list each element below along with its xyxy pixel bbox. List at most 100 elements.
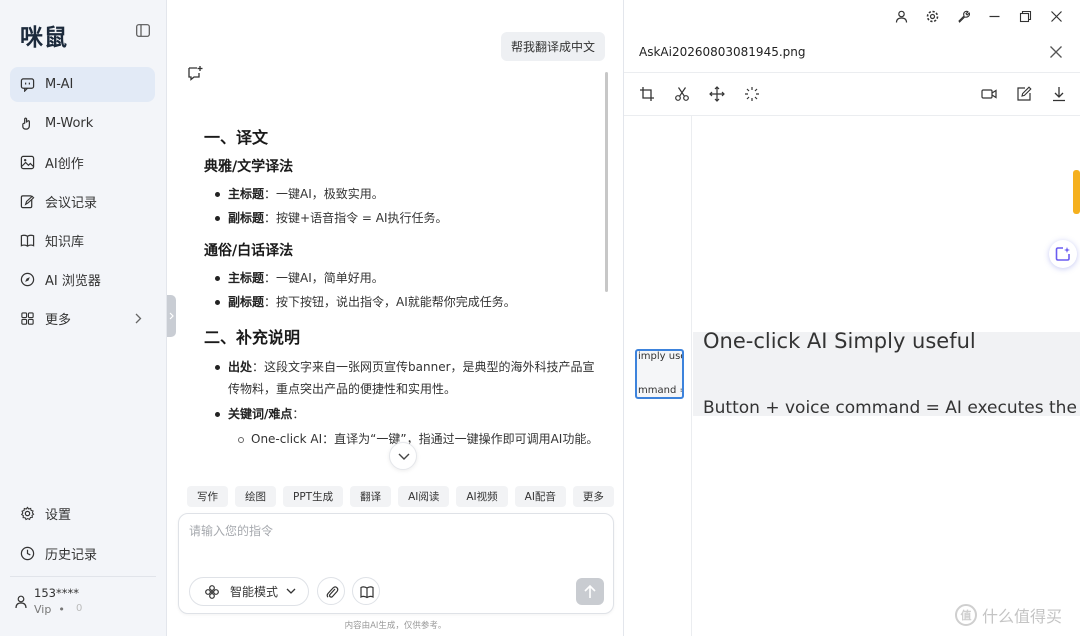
chat-panel: 帮我翻译成中文 一、译文 典雅/文学译法 主标题：一键AI，极致实用。 副标题：… [168, 0, 623, 636]
list-item: 副标题：按键+语音指令 = AI执行任务。 [204, 206, 604, 230]
settings-window-button[interactable] [923, 7, 942, 26]
watermark: 值 什么值得买 [955, 603, 1062, 627]
clock-icon [20, 546, 35, 561]
thumbnail-strip: imply use mmand = [624, 116, 692, 636]
book-icon [360, 586, 374, 599]
close-icon[interactable] [1049, 45, 1063, 59]
book-icon [20, 234, 35, 247]
sidebar-item-label: 知识库 [45, 235, 85, 250]
window-controls [892, 7, 1066, 26]
divider [624, 72, 1080, 73]
ai-disclaimer: 内容由AI生成，仅供参考。 [344, 621, 447, 631]
crop-icon[interactable] [639, 86, 655, 102]
image-viewer: AskAi20260803081945.png imply use mmand … [623, 0, 1080, 636]
prompt-input[interactable] [189, 524, 599, 538]
sidebar-item-label: M-Work [45, 116, 94, 131]
video-icon[interactable] [981, 86, 997, 102]
history-label: 历史记录 [45, 548, 98, 563]
edit-icon[interactable] [1016, 86, 1032, 102]
watermark-logo: 值 [955, 604, 977, 626]
sidebar-item-more[interactable]: 更多 [10, 301, 155, 336]
sidebar-item-knowledge[interactable]: 知识库 [10, 223, 155, 258]
user-tier-label: Vip [34, 603, 52, 616]
chat-bubble-icon [20, 78, 35, 92]
sidebar-item-label: 会议记录 [45, 196, 98, 211]
prompt-box: 智能模式 [178, 513, 614, 614]
list-item: 关键词/难点： [204, 402, 604, 426]
scissors-icon[interactable] [674, 86, 690, 102]
chip-ai-reading[interactable]: AI阅读 [398, 486, 450, 507]
settings-button[interactable]: 设置 [10, 496, 155, 531]
close-window-button[interactable] [1047, 7, 1066, 26]
sidebar: 咪鼠 M-AI M-Work AI创作 会议记录 知识库 AI 浏览器 更多 设… [0, 0, 167, 636]
history-button[interactable]: 历史记录 [10, 536, 155, 571]
chip-ai-video[interactable]: AI视频 [456, 486, 508, 507]
user-extra: 0 [76, 603, 83, 614]
quick-actions: 写作 绘图 PPT生成 翻译 AI阅读 AI视频 AI配音 更多 [187, 486, 614, 507]
scroll-to-bottom-button[interactable] [389, 442, 417, 470]
sidebar-item-ai-create[interactable]: AI创作 [10, 145, 155, 180]
sidebar-collapse-icon[interactable] [136, 24, 152, 38]
list-item: 主标题：一键AI，极致实用。 [204, 182, 604, 206]
chip-more[interactable]: 更多 [572, 486, 614, 507]
file-name: AskAi20260803081945.png [639, 45, 806, 59]
answer-subheading: 典雅/文学译法 [204, 159, 294, 175]
sidebar-item-ai-browser[interactable]: AI 浏览器 [10, 262, 155, 297]
chip-drawing[interactable]: 绘图 [235, 486, 276, 507]
preview-text: One-click AI Simply useful [703, 332, 976, 353]
chevron-right-icon [135, 313, 142, 324]
knowledge-base-button[interactable] [352, 577, 380, 605]
restore-button[interactable] [1016, 7, 1035, 26]
grid-icon [21, 312, 34, 325]
divider [624, 115, 1080, 116]
answer-heading: 一、译文 [204, 128, 269, 147]
thumbnail[interactable]: imply use mmand = [635, 349, 684, 399]
user-icon [15, 595, 27, 609]
new-chat-icon[interactable] [187, 65, 203, 81]
sidebar-item-m-ai[interactable]: M-AI [10, 67, 155, 102]
edit-note-icon [20, 195, 35, 209]
loading-spinner-icon[interactable] [744, 86, 760, 102]
chip-ai-dubbing[interactable]: AI配音 [514, 486, 566, 507]
download-icon[interactable] [1051, 86, 1067, 102]
side-tab[interactable] [1073, 170, 1080, 214]
minimize-icon [989, 15, 1000, 18]
list-item: 出处：这段文字来自一张网页宣传banner，是典型的海外科技产品宣传物料，重点突… [204, 356, 604, 400]
sidebar-item-label: AI创作 [45, 157, 84, 172]
gear-icon [20, 506, 35, 521]
move-icon[interactable] [709, 86, 725, 102]
hand-icon [22, 117, 30, 130]
chip-translate[interactable]: 翻译 [350, 486, 392, 507]
ai-answer: 一、译文 典雅/文学译法 主标题：一键AI，极致实用。 副标题：按键+语音指令 … [204, 120, 604, 450]
attach-button[interactable] [317, 577, 345, 605]
settings-label: 设置 [45, 508, 72, 523]
answer-subheading: 通俗/白话译法 [204, 243, 294, 259]
chat-scrollbar[interactable] [605, 72, 608, 292]
floating-ai-button[interactable] [1049, 240, 1077, 268]
chevron-down-icon [398, 453, 410, 460]
mode-selector[interactable]: 智能模式 [189, 577, 309, 606]
thumbnail-text: imply use [638, 351, 684, 362]
chip-writing[interactable]: 写作 [187, 486, 228, 507]
compass-icon [20, 272, 35, 287]
sidebar-item-m-work[interactable]: M-Work [10, 106, 155, 141]
gear-icon [926, 10, 939, 23]
app-logo: 咪鼠 [20, 25, 68, 51]
sidebar-divider [10, 576, 156, 577]
minimize-button[interactable] [985, 7, 1004, 26]
user-name[interactable]: 153**** [34, 586, 79, 600]
wrench-icon [958, 10, 970, 23]
account-button[interactable] [892, 7, 911, 26]
send-button[interactable] [576, 578, 604, 605]
thumbnail-text: mmand = [638, 385, 684, 396]
sidebar-item-meeting[interactable]: 会议记录 [10, 184, 155, 219]
paperclip-icon [326, 586, 339, 598]
user-tier: Vip • [34, 603, 65, 616]
sidebar-item-label: 更多 [45, 313, 72, 328]
list-item: 主标题：一键AI，简单好用。 [204, 266, 604, 290]
chip-ppt[interactable]: PPT生成 [283, 486, 344, 507]
restore-icon [1019, 10, 1032, 23]
tools-button[interactable] [954, 7, 973, 26]
mode-label: 智能模式 [230, 585, 279, 599]
image-icon [20, 155, 35, 170]
